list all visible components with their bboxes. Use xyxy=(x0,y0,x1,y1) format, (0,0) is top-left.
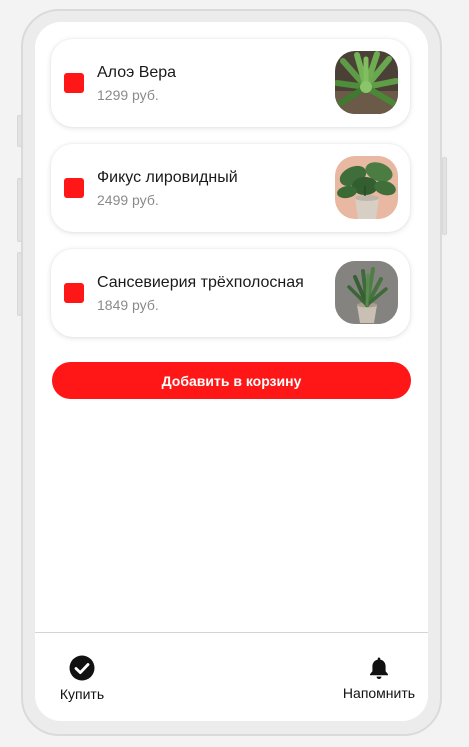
sansevieria-plant-image xyxy=(335,261,398,324)
item-price: 2499 руб. xyxy=(97,192,159,208)
phone-power-button xyxy=(442,157,447,235)
app-screen: Алоэ Вера 1299 руб. Фикус лировидный 249… xyxy=(35,22,428,721)
remind-nav-item[interactable]: Напомнить xyxy=(335,633,423,721)
bottom-navigation: Купить Напомнить xyxy=(35,632,428,721)
item-checkbox[interactable] xyxy=(64,73,84,93)
cart-item-card: Алоэ Вера 1299 руб. xyxy=(51,39,410,127)
ficus-plant-image xyxy=(335,156,398,219)
buy-nav-label: Купить xyxy=(59,686,105,702)
check-circle-icon xyxy=(69,655,95,681)
add-to-cart-button[interactable]: Добавить в корзину xyxy=(52,362,411,399)
phone-volume-up-button xyxy=(17,178,22,242)
item-price: 1299 руб. xyxy=(97,87,159,103)
cart-item-card: Фикус лировидный 2499 руб. xyxy=(51,144,410,232)
phone-volume-down-button xyxy=(17,252,22,316)
aloe-plant-image xyxy=(335,51,398,114)
cart-item-card: Сансевиерия трёхполосная 1849 руб. xyxy=(51,249,410,337)
bell-icon xyxy=(370,657,388,679)
item-checkbox[interactable] xyxy=(64,178,84,198)
buy-nav-item[interactable]: Купить xyxy=(47,633,117,721)
item-name: Алоэ Вера xyxy=(97,64,177,81)
item-price: 1849 руб. xyxy=(97,297,159,313)
item-checkbox[interactable] xyxy=(64,283,84,303)
item-name: Фикус лировидный xyxy=(97,169,238,186)
phone-side-button xyxy=(17,115,22,147)
item-name: Сансевиерия трёхполосная xyxy=(97,274,304,291)
remind-nav-label: Напомнить xyxy=(342,685,416,701)
